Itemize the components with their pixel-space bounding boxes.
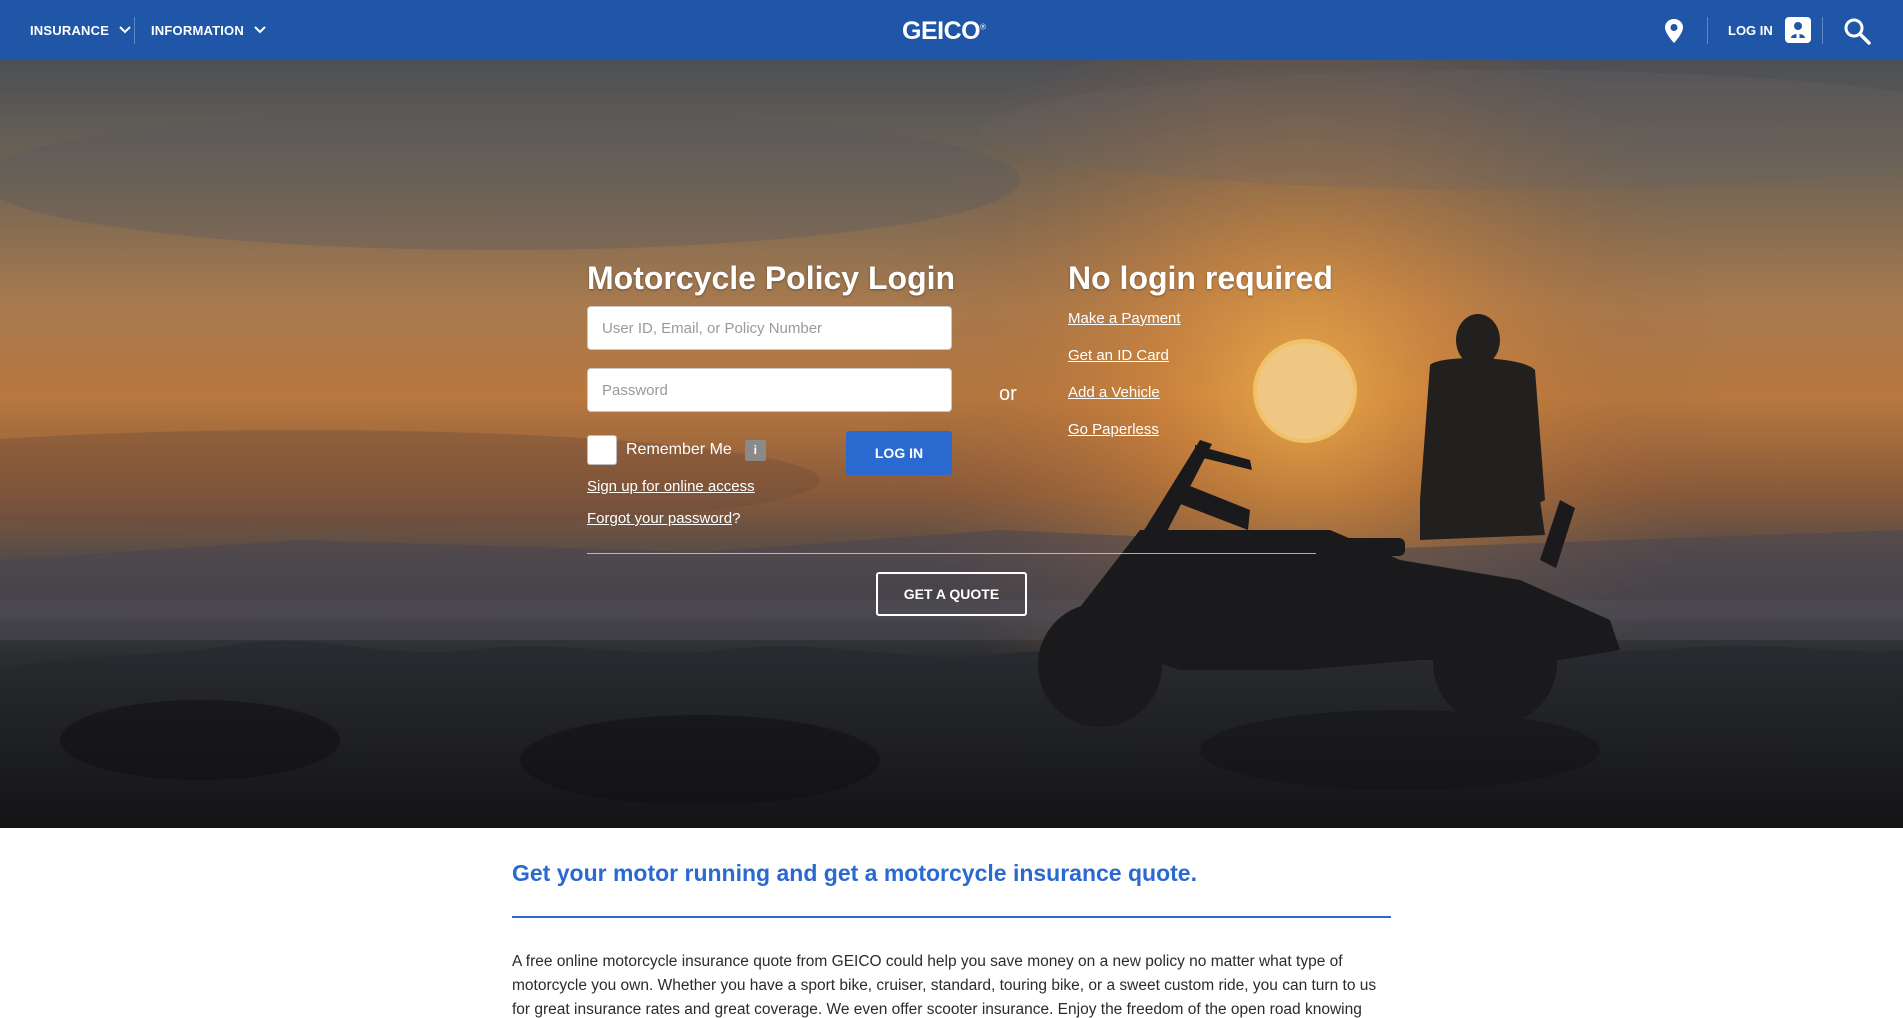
nav-divider <box>134 17 135 44</box>
header-login-button[interactable]: LOG IN <box>1728 0 1811 60</box>
get-a-quote-button[interactable]: GET A QUOTE <box>876 572 1027 616</box>
hero-section: Motorcycle Policy Login Remember Me i LO… <box>0 60 1903 828</box>
get-id-card-link[interactable]: Get an ID Card <box>1068 347 1169 364</box>
logo-text: GEICO <box>902 17 981 45</box>
nav-divider <box>1822 17 1823 44</box>
signup-link[interactable]: Sign up for online access <box>587 478 755 495</box>
top-navigation-bar: INSURANCE INFORMATION GEICO® LOG IN <box>0 0 1903 60</box>
remember-me-checkbox[interactable] <box>587 435 617 465</box>
forgot-password-row: Forgot your password? <box>587 510 740 527</box>
remember-me-row: Remember Me i <box>587 435 766 465</box>
forgot-password-link[interactable]: Forgot your password <box>587 510 732 527</box>
insurance-menu[interactable]: INSURANCE <box>30 0 133 60</box>
forgot-password-suffix: ? <box>732 510 741 527</box>
nav-divider <box>1707 17 1708 44</box>
location-pin-icon[interactable] <box>1662 18 1686 44</box>
add-vehicle-link[interactable]: Add a Vehicle <box>1068 384 1160 401</box>
content-body-text: A free online motorcycle insurance quote… <box>512 953 1377 1018</box>
insurance-menu-label: INSURANCE <box>30 22 110 38</box>
login-title: Motorcycle Policy Login <box>587 260 956 296</box>
geico-logo[interactable]: GEICO® <box>902 17 986 46</box>
header-login-label: LOG IN <box>1728 22 1773 38</box>
chevron-down-icon <box>119 26 131 34</box>
information-menu-label: INFORMATION <box>151 22 244 38</box>
remember-me-label: Remember Me <box>626 441 732 458</box>
user-account-icon <box>1784 17 1811 43</box>
information-menu[interactable]: INFORMATION <box>151 0 268 60</box>
content-heading: Get your motor running and get a motorcy… <box>512 860 1197 886</box>
content-divider <box>512 916 1391 918</box>
make-payment-link[interactable]: Make a Payment <box>1068 310 1181 327</box>
chevron-down-icon <box>254 26 266 34</box>
info-icon[interactable]: i <box>744 439 766 461</box>
password-input[interactable] <box>587 368 952 412</box>
search-icon[interactable] <box>1843 17 1871 45</box>
login-button[interactable]: LOG IN <box>846 431 952 475</box>
user-id-input[interactable] <box>587 306 952 350</box>
or-separator: or <box>999 383 1017 405</box>
go-paperless-link[interactable]: Go Paperless <box>1068 421 1159 438</box>
no-login-title: No login required <box>1068 260 1333 296</box>
logo-registered-mark: ® <box>980 22 986 32</box>
hero-divider <box>587 553 1316 554</box>
